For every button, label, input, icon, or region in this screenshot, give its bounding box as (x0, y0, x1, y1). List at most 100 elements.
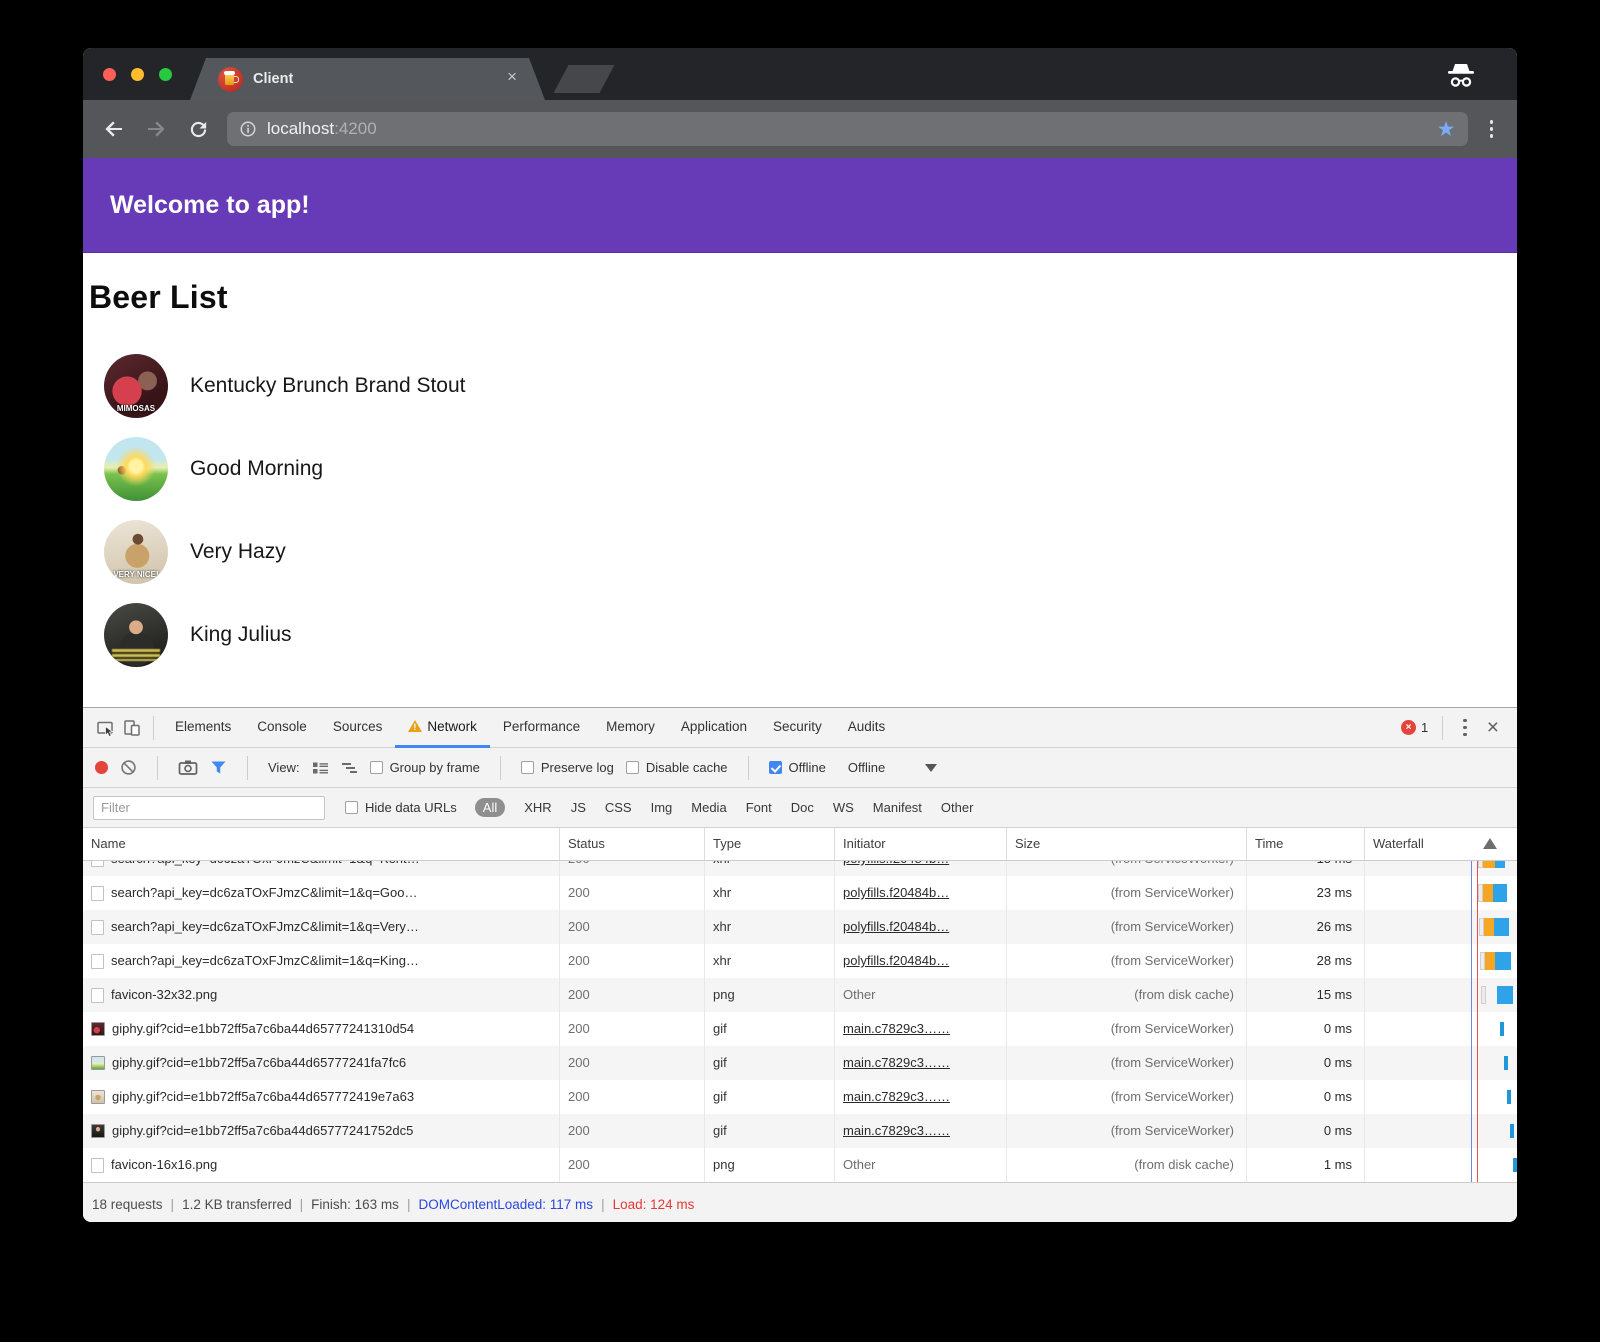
filter-input[interactable] (93, 796, 325, 820)
request-name-cell[interactable]: search?api_key=dc6zaTOxFJmzC&limit=1&q=V… (83, 910, 560, 944)
table-row[interactable]: giphy.gif?cid=e1bb72ff5a7c6ba44d65777241… (83, 1012, 1517, 1046)
column-header-initiator[interactable]: Initiator (835, 828, 1007, 860)
request-initiator-cell[interactable]: polyfills.f20484b… (835, 910, 1007, 944)
inspect-element-icon[interactable] (93, 715, 119, 741)
device-toolbar-icon[interactable] (119, 715, 145, 741)
view-overview-icon[interactable] (341, 760, 358, 776)
type-filter-chips: All XHR JS CSS Img Media Font Doc WS Manifest Othe… (475, 798, 974, 817)
clear-button[interactable] (120, 759, 137, 776)
scroll-up-icon[interactable] (1483, 838, 1497, 849)
forward-button[interactable] (143, 116, 169, 142)
request-name-cell[interactable]: search?api_key=dc6zaTOxFJmzC&limit=1&q=K… (83, 861, 560, 876)
devtools-tab-memory[interactable]: Memory (593, 708, 668, 748)
browser-menu-icon[interactable] (1484, 116, 1500, 142)
hide-data-urls-checkbox[interactable]: Hide data URLs (345, 800, 457, 815)
browser-tab[interactable]: Client (190, 58, 545, 100)
initiator-link[interactable]: main.c7829c3…… (843, 1089, 950, 1104)
minimize-window-button[interactable] (131, 68, 144, 81)
column-header-size[interactable]: Size (1007, 828, 1247, 860)
filter-chip-css[interactable]: CSS (605, 800, 632, 815)
devtools-tab-label: Security (773, 719, 822, 734)
throttling-select[interactable]: Offline (848, 760, 937, 775)
devtools-tab-sources[interactable]: Sources (320, 708, 396, 748)
request-initiator-cell[interactable]: polyfills.f20484b… (835, 944, 1007, 978)
request-initiator-cell[interactable]: main.c7829c3…… (835, 1080, 1007, 1114)
column-header-type[interactable]: Type (705, 828, 835, 860)
table-row[interactable]: giphy.gif?cid=e1bb72ff5a7c6ba44d65777241… (83, 1046, 1517, 1080)
url-bar[interactable]: localhost:4200 (227, 112, 1468, 146)
filter-chip-media[interactable]: Media (691, 800, 726, 815)
request-name-cell[interactable]: search?api_key=dc6zaTOxFJmzC&limit=1&q=K… (83, 944, 560, 978)
devtools-tab-elements[interactable]: Elements (162, 708, 244, 748)
filter-chip-manifest[interactable]: Manifest (873, 800, 922, 815)
table-row[interactable]: favicon-16x16.png 200 png Other (from di… (83, 1148, 1517, 1182)
request-initiator-cell[interactable]: main.c7829c3…… (835, 1012, 1007, 1046)
table-row[interactable]: search?api_key=dc6zaTOxFJmzC&limit=1&q=K… (83, 944, 1517, 978)
request-name-cell[interactable]: favicon-32x32.png (83, 978, 560, 1012)
waterfall-queue-bar (1481, 986, 1486, 1004)
request-name-cell[interactable]: favicon-16x16.png (83, 1148, 560, 1182)
table-row[interactable]: giphy.gif?cid=e1bb72ff5a7c6ba44d65777241… (83, 1114, 1517, 1148)
devtools-tab-performance[interactable]: Performance (490, 708, 593, 748)
filter-funnel-icon[interactable] (210, 760, 227, 776)
devtools-tab-audits[interactable]: Audits (835, 708, 899, 748)
record-button[interactable] (95, 761, 108, 774)
devtools-tab-network[interactable]: Network (395, 708, 490, 748)
filter-chip-img[interactable]: Img (651, 800, 673, 815)
screenshot-capture-icon[interactable] (178, 759, 198, 776)
filter-chip-doc[interactable]: Doc (791, 800, 814, 815)
group-by-frame-checkbox[interactable]: Group by frame (370, 760, 480, 775)
reload-button[interactable] (185, 116, 211, 142)
initiator-link[interactable]: main.c7829c3…… (843, 1021, 950, 1036)
initiator-link[interactable]: polyfills.f20484b… (843, 953, 949, 968)
disable-cache-checkbox[interactable]: Disable cache (626, 760, 728, 775)
request-name-cell[interactable]: search?api_key=dc6zaTOxFJmzC&limit=1&q=G… (83, 876, 560, 910)
filter-chip-font[interactable]: Font (746, 800, 772, 815)
devtools-tab-security[interactable]: Security (760, 708, 835, 748)
filter-chip-xhr[interactable]: XHR (524, 800, 551, 815)
offline-checkbox[interactable]: Offline (769, 760, 826, 775)
request-name-cell[interactable]: giphy.gif?cid=e1bb72ff5a7c6ba44d65777241… (83, 1114, 560, 1148)
initiator-link[interactable]: polyfills.f20484b… (843, 919, 949, 934)
filter-chip-ws[interactable]: WS (833, 800, 854, 815)
devtools-menu-icon[interactable] (1457, 715, 1473, 741)
request-name-cell[interactable]: giphy.gif?cid=e1bb72ff5a7c6ba44d65777241… (83, 1046, 560, 1080)
preserve-log-checkbox[interactable]: Preserve log (521, 760, 614, 775)
table-row[interactable]: search?api_key=dc6zaTOxFJmzC&limit=1&q=K… (83, 861, 1517, 876)
error-count-badge[interactable]: 1 (1401, 720, 1428, 735)
maximize-window-button[interactable] (159, 68, 172, 81)
initiator-link[interactable]: main.c7829c3…… (843, 1123, 950, 1138)
request-initiator-cell[interactable]: Other (835, 978, 1007, 1012)
request-name-cell[interactable]: giphy.gif?cid=e1bb72ff5a7c6ba44d65777241… (83, 1012, 560, 1046)
filter-chip-other[interactable]: Other (941, 800, 974, 815)
request-name-cell[interactable]: giphy.gif?cid=e1bb72ff5a7c6ba44d65777241… (83, 1080, 560, 1114)
initiator-link[interactable]: polyfills.f20484b… (843, 885, 949, 900)
bookmark-star-icon[interactable] (1437, 119, 1456, 140)
column-header-time[interactable]: Time (1247, 828, 1365, 860)
filter-chip-js[interactable]: JS (571, 800, 586, 815)
initiator-link[interactable]: polyfills.f20484b… (843, 861, 949, 866)
close-window-button[interactable] (103, 68, 116, 81)
devtools-close-icon[interactable] (1479, 716, 1507, 740)
initiator-link[interactable]: main.c7829c3…… (843, 1055, 950, 1070)
tab-close-icon[interactable] (507, 67, 517, 87)
request-initiator-cell[interactable]: main.c7829c3…… (835, 1114, 1007, 1148)
request-type-cell: xhr (705, 910, 835, 944)
new-tab-button[interactable] (554, 65, 615, 93)
table-row[interactable]: search?api_key=dc6zaTOxFJmzC&limit=1&q=G… (83, 876, 1517, 910)
table-row[interactable]: giphy.gif?cid=e1bb72ff5a7c6ba44d65777241… (83, 1080, 1517, 1114)
filter-chip-all[interactable]: All (475, 798, 505, 817)
back-button[interactable] (101, 116, 127, 142)
request-initiator-cell[interactable]: main.c7829c3…… (835, 1046, 1007, 1080)
table-row[interactable]: favicon-32x32.png 200 png Other (from di… (83, 978, 1517, 1012)
devtools-tab-console[interactable]: Console (244, 708, 320, 748)
request-initiator-cell[interactable]: polyfills.f20484b… (835, 876, 1007, 910)
devtools-tab-application[interactable]: Application (668, 708, 760, 748)
table-row[interactable]: search?api_key=dc6zaTOxFJmzC&limit=1&q=V… (83, 910, 1517, 944)
request-initiator-cell[interactable]: Other (835, 1148, 1007, 1182)
request-initiator-cell[interactable]: polyfills.f20484b… (835, 861, 1007, 876)
view-list-icon[interactable] (312, 760, 329, 776)
column-header-name[interactable]: Name (83, 828, 560, 860)
column-header-status[interactable]: Status (560, 828, 705, 860)
page-info-icon[interactable] (239, 120, 257, 138)
